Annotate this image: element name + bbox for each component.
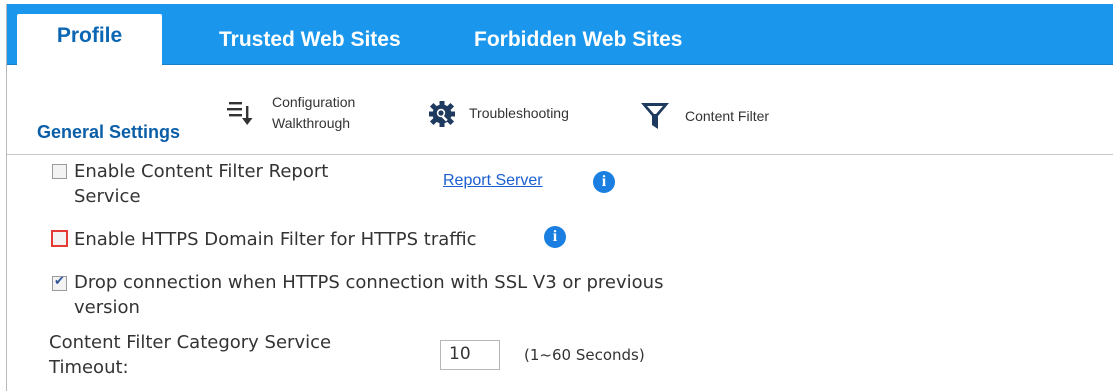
funnel-filter-icon xyxy=(641,103,669,129)
section-divider xyxy=(7,154,1113,155)
section-title-general-settings: General Settings xyxy=(37,122,181,142)
tab-forbidden-web-sites[interactable]: Forbidden Web Sites xyxy=(474,4,682,65)
timeout-range-hint: (1~60 Seconds) xyxy=(524,346,645,364)
walkthrough-label: Walkthrough xyxy=(272,115,351,131)
tab-profile[interactable]: Profile xyxy=(17,14,162,65)
drop-connection-label-line2: version xyxy=(74,297,140,318)
troubleshooting-button[interactable]: Troubleshooting xyxy=(427,100,597,132)
tab-bar: Profile Trusted Web Sites Forbidden Web … xyxy=(7,4,1113,65)
content-filter-panel: Profile Trusted Web Sites Forbidden Web … xyxy=(6,4,1113,391)
timeout-label-line2: Timeout: xyxy=(49,357,129,378)
drop-connection-checkbox[interactable] xyxy=(52,274,67,291)
https-domain-filter-checkbox[interactable] xyxy=(51,230,68,247)
info-icon[interactable]: i xyxy=(544,226,566,248)
report-service-checkbox[interactable] xyxy=(52,164,67,179)
configuration-walkthrough-button[interactable]: Configuration Walkthrough xyxy=(227,92,377,138)
configuration-label: Configuration xyxy=(272,94,356,110)
troubleshooting-label: Troubleshooting xyxy=(469,105,569,121)
info-icon[interactable]: i xyxy=(593,171,615,193)
report-service-label-line2: Service xyxy=(74,186,141,207)
timeout-input[interactable]: 10 xyxy=(440,340,500,370)
content-filter-button[interactable]: Content Filter xyxy=(639,100,799,134)
sort-list-icon xyxy=(227,102,253,125)
report-service-label-line1: Enable Content Filter Report xyxy=(74,161,329,182)
report-server-link[interactable]: Report Server xyxy=(443,172,543,190)
https-domain-filter-label: Enable HTTPS Domain Filter for HTTPS tra… xyxy=(74,229,477,250)
content-filter-label: Content Filter xyxy=(685,108,770,124)
drop-connection-label-line1: Drop connection when HTTPS connection wi… xyxy=(74,272,664,293)
tab-trusted-web-sites[interactable]: Trusted Web Sites xyxy=(219,4,401,65)
timeout-label-line1: Content Filter Category Service xyxy=(49,332,332,353)
troubleshooting-gear-icon xyxy=(429,101,455,127)
